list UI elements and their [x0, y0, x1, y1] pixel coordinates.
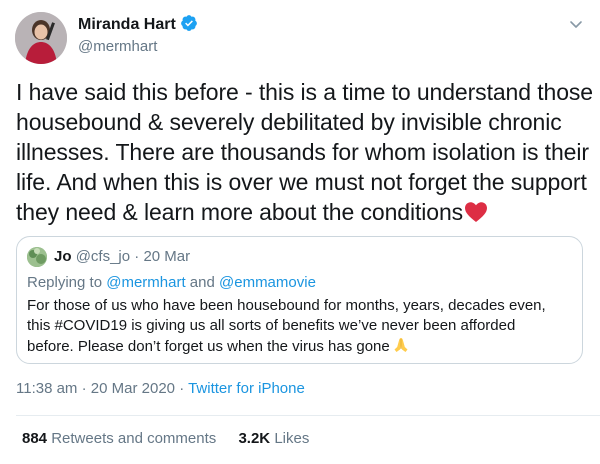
tweet-date[interactable]: 20 Mar 2020	[91, 380, 175, 397]
separator-dot: ·	[179, 380, 185, 397]
tweet-source-link[interactable]: Twitter for iPhone	[188, 380, 305, 397]
author-display-name[interactable]: Miranda Hart	[78, 14, 198, 34]
retweets-label: Retweets and comments	[51, 430, 217, 447]
author-avatar[interactable]	[15, 12, 67, 64]
likes-stat[interactable]: 3.2K Likes	[238, 430, 309, 447]
tweet-line: life. And when this is over we must not …	[16, 169, 587, 195]
tweet-line: illnesses. There are thousands for whom …	[16, 139, 589, 165]
quoted-tweet-line-text: before. Please don’t forget us when the …	[27, 338, 390, 355]
quoted-author-handle[interactable]: @cfs_jo	[76, 248, 130, 265]
tweet-time[interactable]: 11:38 am	[16, 380, 77, 397]
likes-label: Likes	[274, 430, 310, 447]
quoted-tweet-line: before. Please don’t forget us when the …	[27, 336, 572, 357]
separator-dot: ·	[134, 248, 140, 265]
quoted-tweet-line: For those of us who have been housebound…	[27, 297, 546, 314]
quoted-author-name[interactable]: Jo	[54, 248, 72, 265]
quoted-author-avatar[interactable]	[27, 247, 47, 267]
divider	[16, 415, 600, 416]
chevron-down-icon[interactable]	[568, 16, 584, 32]
likes-count: 3.2K	[238, 430, 271, 447]
tweet-line: I have said this before - this is a time…	[16, 79, 593, 105]
mention-link[interactable]: @emmamovie	[219, 274, 316, 291]
author-name-text: Miranda Hart	[78, 16, 176, 33]
tweet-meta: 11:38 am · 20 Mar 2020 · Twitter for iPh…	[16, 380, 305, 397]
verified-badge-icon	[180, 15, 197, 31]
tweet-line: housebound & severely debilitated by inv…	[16, 109, 562, 135]
quoted-tweet-line: this #COVID19 is giving us all sorts of …	[27, 317, 516, 334]
retweets-stat[interactable]: 884 Retweets and comments	[22, 430, 216, 447]
separator-dot: ·	[81, 380, 87, 397]
quoted-tweet-text: For those of us who have been housebound…	[27, 296, 572, 357]
replying-to-label: Replying to	[27, 274, 103, 291]
folded-hands-icon	[394, 338, 408, 352]
tweet-text: I have said this before - this is a time…	[16, 77, 593, 227]
tweet-card: Miranda Hart @mermhart I have said this …	[0, 0, 600, 464]
quoted-tweet-date[interactable]: 20 Mar	[143, 248, 190, 265]
author-handle[interactable]: @mermhart	[78, 38, 157, 55]
replying-to-and: and	[189, 274, 215, 291]
quoted-tweet-header: Jo @cfs_jo · 20 Mar	[54, 248, 190, 265]
tweet-line: they need & learn more about the conditi…	[16, 197, 588, 227]
retweets-count: 884	[22, 430, 48, 447]
quoted-tweet[interactable]: Jo @cfs_jo · 20 Mar Replying to @mermhar…	[16, 236, 583, 364]
replying-to-line: Replying to @mermhart and @emmamovie	[27, 274, 316, 291]
mention-link[interactable]: @mermhart	[106, 274, 185, 291]
tweet-stats: 884 Retweets and comments 3.2K Likes	[22, 430, 327, 447]
tweet-line-text: they need & learn more about the conditi…	[16, 199, 464, 225]
red-heart-icon	[465, 202, 488, 222]
